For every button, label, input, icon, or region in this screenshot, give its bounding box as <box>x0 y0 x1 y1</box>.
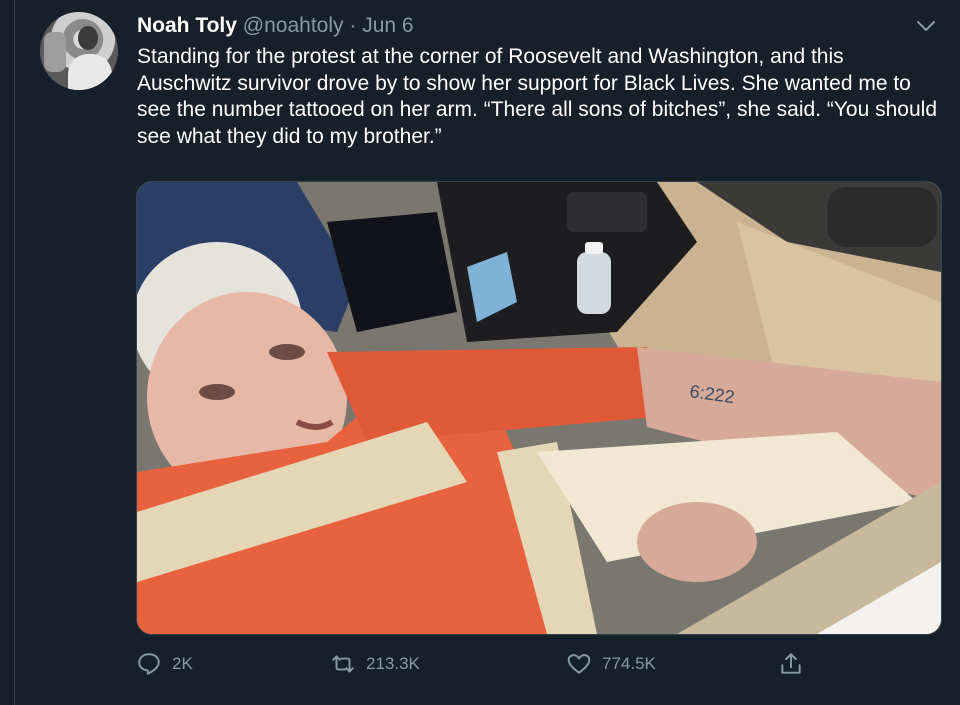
photo-illustration: 6:222 <box>137 182 941 634</box>
separator-dot: · <box>349 14 357 37</box>
retweet-count: 213.3K <box>366 654 420 673</box>
tweet-date[interactable]: Jun 6 <box>362 14 413 37</box>
like-icon <box>567 654 591 674</box>
author-handle[interactable]: @noahtoly <box>243 14 344 37</box>
tweet-text: Standing for the protest at the corner o… <box>137 45 938 148</box>
tweet-actions: 2K 213.3K 774.5K <box>136 648 816 680</box>
share-button[interactable] <box>778 648 804 680</box>
share-icon <box>781 653 801 674</box>
reply-button[interactable]: 2K <box>136 648 193 680</box>
tweet-header: Noah Toly @noahtoly · Jun 6 <box>137 12 414 40</box>
reply-count: 2K <box>172 654 193 673</box>
author-name[interactable]: Noah Toly <box>137 14 237 37</box>
like-count: 774.5K <box>602 654 656 673</box>
reply-icon <box>138 653 160 675</box>
chevron-down-icon[interactable] <box>914 14 938 38</box>
timeline-divider <box>14 0 15 705</box>
like-button[interactable]: 774.5K <box>566 648 656 680</box>
tweet-photo[interactable]: 6:222 <box>136 181 942 635</box>
avatar[interactable] <box>40 12 118 90</box>
retweet-icon <box>332 655 354 673</box>
retweet-button[interactable]: 213.3K <box>330 648 420 680</box>
